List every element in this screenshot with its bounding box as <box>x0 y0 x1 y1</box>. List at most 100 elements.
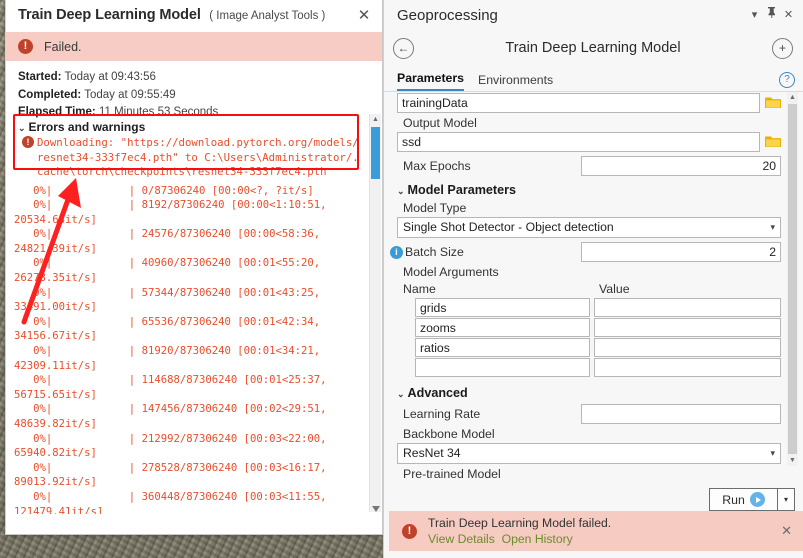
completed-label: Completed: <box>18 88 82 101</box>
scrollbar-thumb[interactable] <box>371 127 380 179</box>
learning-rate-row: Learning Rate <box>397 404 781 424</box>
close-icon[interactable]: ✕ <box>778 523 795 539</box>
error-icon: ! <box>18 39 33 54</box>
model-parameters-section-header[interactable]: ⌄ Model Parameters <box>397 183 781 197</box>
completed-row: Completed: Today at 09:55:49 <box>18 87 382 105</box>
argument-name-field[interactable]: ratios <box>415 338 591 357</box>
advanced-title: Advanced <box>407 386 468 400</box>
scrollbar-thumb[interactable] <box>788 104 797 454</box>
input-training-data-field[interactable]: trainingData <box>397 93 760 113</box>
pane-title: Geoprocessing <box>397 6 498 24</box>
messages-scrollbar[interactable]: ▲ <box>369 114 381 512</box>
elapsed-label: Elapsed Time: <box>18 106 96 118</box>
play-icon <box>749 492 765 507</box>
argument-value-field[interactable] <box>594 338 781 357</box>
run-button[interactable]: Run <box>709 488 778 511</box>
app-root: Train Deep Learning Model ( Image Analys… <box>0 0 803 558</box>
pane-tabs: Parameters Environments ? <box>384 66 803 92</box>
help-icon[interactable]: ? <box>779 72 795 88</box>
batch-size-row: i Batch Size 2 <box>390 242 781 262</box>
backbone-model-label: Backbone Model <box>403 427 495 441</box>
geoprocessing-pane: Geoprocessing ▾ ✕ ← Train Deep Learning … <box>383 0 803 558</box>
messages-log[interactable]: ⌄ Errors and warnings ! Downloading: "htt… <box>8 118 369 514</box>
model-arguments-header: Name Value <box>397 282 781 296</box>
advanced-section-header[interactable]: ⌄ Advanced <box>397 386 781 400</box>
dialog-title: Train Deep Learning Model <box>18 7 201 23</box>
dropdown-icon[interactable]: ▾ <box>746 7 763 24</box>
scroll-down-arrow-icon[interactable]: ▼ <box>787 455 798 466</box>
tab-environments[interactable]: Environments <box>478 73 553 91</box>
run-button-group: Run ▾ <box>709 488 795 511</box>
status-banner: ! Failed. <box>6 32 382 61</box>
learning-rate-field[interactable] <box>581 404 781 424</box>
pane-toolbar: ← Train Deep Learning Model + <box>384 30 803 66</box>
dialog-title-toolbox: ( Image Analyst Tools ) <box>209 10 326 22</box>
chevron-down-icon[interactable]: ⌄ <box>397 389 405 399</box>
learning-rate-label: Learning Rate <box>403 407 481 421</box>
download-message-text: Downloading: "https://download.pytorch.o… <box>37 136 359 178</box>
argument-name-field[interactable] <box>415 358 591 377</box>
close-icon[interactable]: ✕ <box>354 6 374 26</box>
pretrained-model-label: Pre-trained Model <box>403 467 501 478</box>
model-arguments-label: Model Arguments <box>403 265 499 279</box>
argument-name-field[interactable]: zooms <box>415 318 591 337</box>
elapsed-value: 11 Minutes 53 Seconds <box>98 106 219 118</box>
progress-log-text: 0%| | 0/87306240 [00:00<?, ?it/s] 0%| | … <box>14 184 327 515</box>
column-header-value: Value <box>599 282 630 296</box>
error-banner-content: Train Deep Learning Model failed. View D… <box>428 515 778 548</box>
open-history-link[interactable]: Open History <box>502 532 573 546</box>
model-type-select[interactable]: Single Shot Detector - Object detection <box>397 217 781 238</box>
error-icon: ! <box>402 523 417 539</box>
run-dropdown-button[interactable]: ▾ <box>778 488 795 511</box>
argument-name-field[interactable]: grids <box>415 298 591 317</box>
table-row: zooms <box>397 318 781 337</box>
batch-size-field[interactable]: 2 <box>581 242 781 262</box>
status-text: Failed. <box>44 39 82 54</box>
max-epochs-label: Max Epochs <box>403 159 471 173</box>
error-banner-links: View Details Open History <box>428 531 778 548</box>
started-label: Started: <box>18 71 62 83</box>
scroll-up-arrow-icon[interactable]: ▲ <box>787 92 798 103</box>
error-icon: ! <box>22 136 34 148</box>
error-banner: ! Train Deep Learning Model failed. View… <box>389 511 803 551</box>
parameters-scrollbar[interactable]: ▲ ▼ <box>787 92 798 466</box>
scroll-up-arrow-icon[interactable]: ▲ <box>370 114 381 126</box>
run-button-label: Run <box>722 492 745 507</box>
model-type-label: Model Type <box>403 201 467 215</box>
backbone-model-select[interactable]: ResNet 34 <box>397 443 781 464</box>
scroll-down-arrow-icon[interactable] <box>372 500 380 512</box>
folder-icon[interactable] <box>765 135 781 149</box>
argument-value-field[interactable] <box>594 318 781 337</box>
model-parameters-title: Model Parameters <box>407 183 517 197</box>
started-value: Today at 09:43:56 <box>64 71 156 83</box>
argument-value-field[interactable] <box>594 358 781 377</box>
chevron-down-icon[interactable]: ⌄ <box>397 186 405 196</box>
pin-icon[interactable] <box>763 6 780 24</box>
max-epochs-field[interactable]: 20 <box>581 156 781 176</box>
table-row: grids <box>397 298 781 317</box>
dialog-titlebar: Train Deep Learning Model ( Image Analys… <box>6 0 382 32</box>
input-training-data-row: trainingData <box>397 93 781 113</box>
output-model-label: Output Model <box>403 116 477 130</box>
tool-title: Train Deep Learning Model <box>505 40 681 56</box>
view-details-link[interactable]: View Details <box>428 532 495 546</box>
error-banner-message: Train Deep Learning Model failed. <box>428 515 612 530</box>
folder-icon[interactable] <box>765 96 781 110</box>
table-row <box>397 358 781 377</box>
tab-parameters[interactable]: Parameters <box>397 71 464 91</box>
output-model-field[interactable]: ssd <box>397 132 760 152</box>
download-message-row: ! Downloading: "https://download.pytorch… <box>8 135 369 182</box>
errors-section-header[interactable]: ⌄ Errors and warnings <box>8 118 369 135</box>
errors-section-title: Errors and warnings <box>28 120 146 134</box>
table-row: ratios <box>397 338 781 357</box>
back-arrow-icon[interactable]: ← <box>393 37 414 59</box>
chevron-down-icon[interactable]: ⌄ <box>18 123 26 133</box>
plus-circle-icon[interactable]: + <box>772 37 793 59</box>
info-icon[interactable]: i <box>390 245 403 259</box>
completed-value: Today at 09:55:49 <box>84 88 176 101</box>
batch-size-label: Batch Size <box>405 245 464 259</box>
argument-value-field[interactable] <box>594 298 781 317</box>
started-row: Started: Today at 09:43:56 <box>18 69 382 87</box>
close-icon[interactable]: ✕ <box>780 7 797 24</box>
column-header-name: Name <box>403 282 436 296</box>
